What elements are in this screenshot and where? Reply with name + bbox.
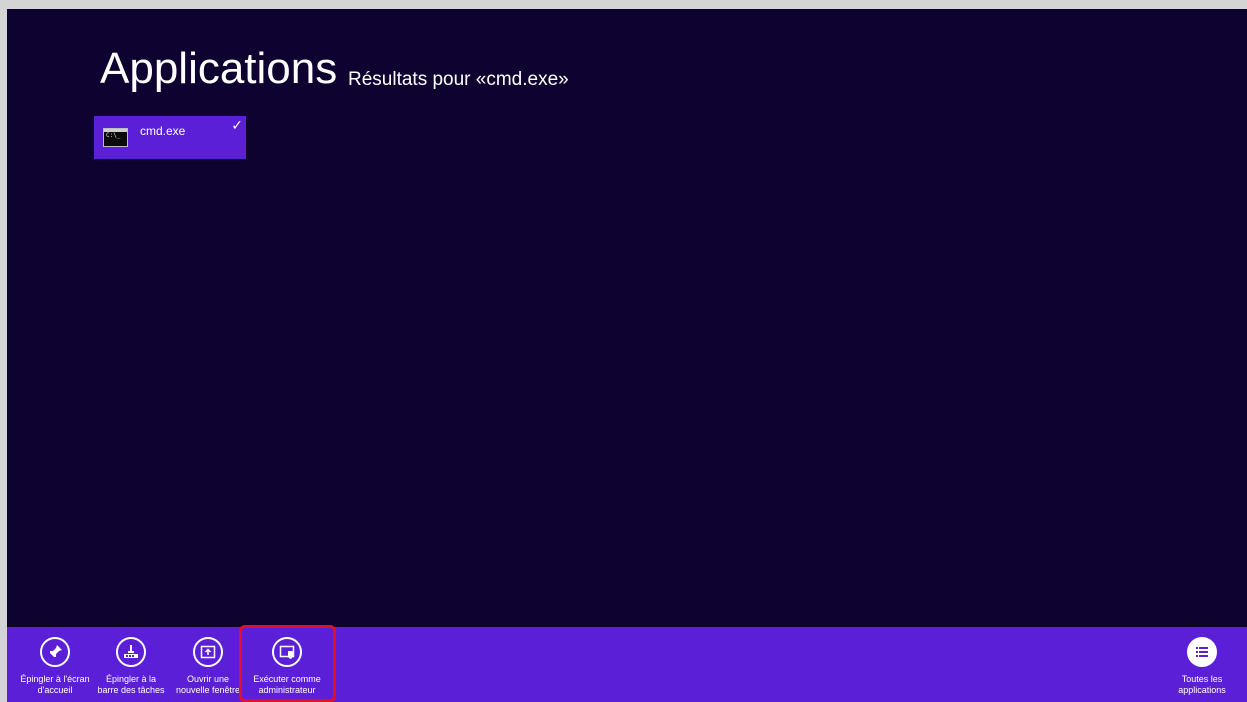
command-label-line2: administrateur [258,685,316,695]
command-label-line1: Exécuter comme [253,674,321,684]
pin-to-taskbar-button[interactable]: Épingler à la barre des tâches [89,627,173,702]
pin-taskbar-icon [116,637,146,667]
command-label-line1: Épingler à la [105,674,157,684]
new-window-icon [193,637,223,667]
all-apps-button[interactable]: Toutes les applications [1160,627,1244,702]
search-results-subtitle: Résultats pour «cmd.exe» [348,69,569,90]
open-new-window-button[interactable]: Ouvrir une nouvelle fenêtre [166,627,250,702]
command-label-line1: Épingler à l'écran [20,674,90,684]
command-label-line2: barre des tâches [97,685,165,695]
command-label-line2: d'accueil [37,685,73,695]
pin-to-start-button[interactable]: Épingler à l'écran d'accueil [13,627,97,702]
command-label-line2: applications [1178,685,1226,695]
list-icon [1187,637,1217,667]
page-title: Applications [100,44,338,93]
app-bar: Épingler à l'écran d'accueil Épingler à … [7,627,1247,702]
app-tile-label: cmd.exe [140,124,186,138]
checkmark-icon: ✓ [231,117,243,133]
command-label-line1: Ouvrir une [186,674,230,684]
command-label-line2: nouvelle fenêtre [175,685,241,695]
run-as-admin-button[interactable]: Exécuter comme administrateur [245,627,329,702]
app-tile-cmd[interactable]: C:\_ cmd.exe ✓ [94,116,246,159]
command-label-line1: Toutes les [1181,674,1223,684]
pin-icon [40,637,70,667]
start-screen: Applications Résultats pour «cmd.exe» C:… [7,9,1247,702]
desktop-frame: Applications Résultats pour «cmd.exe» C:… [0,0,1247,702]
cmd-window-icon: C:\_ [103,128,128,147]
run-as-admin-shield-icon [272,637,302,667]
